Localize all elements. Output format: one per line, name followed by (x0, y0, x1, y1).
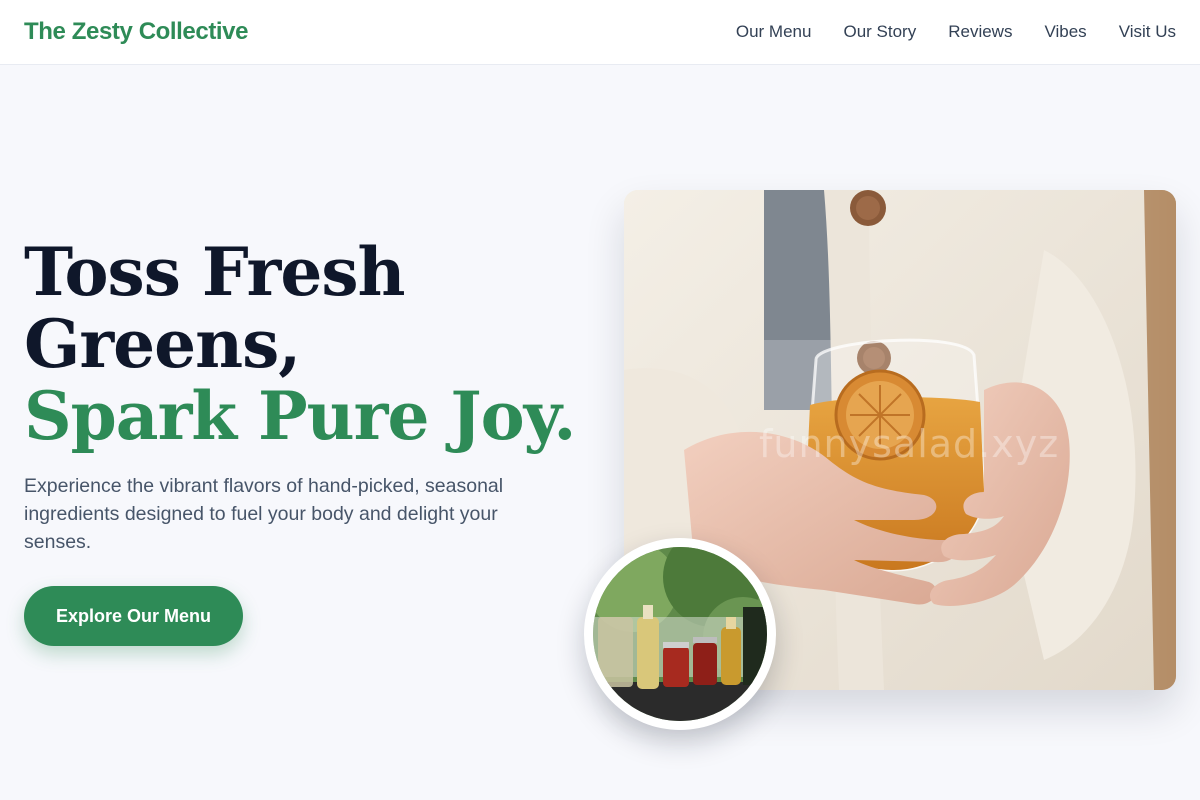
hero-content: Toss Fresh Greens, Spark Pure Joy. Exper… (24, 236, 584, 646)
image-watermark: funnysalad.xyz (759, 422, 1060, 466)
headline-accent: Spark Pure Joy. (24, 377, 576, 455)
nav-reviews[interactable]: Reviews (948, 22, 1012, 42)
brand-logo[interactable]: The Zesty Collective (24, 18, 248, 46)
hero-subtext: Experience the vibrant flavors of hand-p… (24, 475, 504, 553)
main-nav: Our Menu Our Story Reviews Vibes Visit U… (736, 22, 1176, 42)
nav-visit-us[interactable]: Visit Us (1119, 22, 1176, 42)
bottles-photo-frame (584, 538, 776, 730)
nav-our-story[interactable]: Our Story (843, 22, 916, 42)
bottles-photo (593, 547, 767, 721)
headline-line-1: Toss Fresh (24, 233, 405, 311)
bottles-illustration (593, 547, 767, 721)
site-header: The Zesty Collective Our Menu Our Story … (0, 0, 1200, 65)
explore-menu-button[interactable]: Explore Our Menu (24, 586, 243, 646)
hero-headline: Toss Fresh Greens, Spark Pure Joy. (24, 236, 584, 452)
headline-line-2: Greens, (24, 305, 301, 383)
nav-vibes[interactable]: Vibes (1044, 22, 1086, 42)
nav-our-menu[interactable]: Our Menu (736, 22, 812, 42)
